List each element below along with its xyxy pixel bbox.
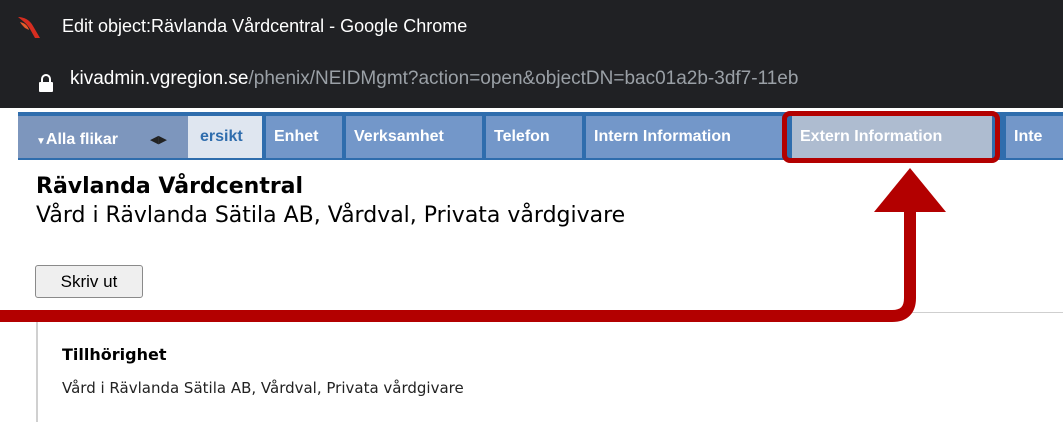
url-host: kivadmin.vgregion.se [70,68,249,89]
tab-intern-information[interactable]: Intern Information [586,116,782,158]
tab-enhet[interactable]: Enhet [266,116,342,158]
tab-oversikt[interactable]: ersikt [186,116,262,158]
lock-icon[interactable] [38,74,54,92]
tab-label: Intern Information [594,128,731,145]
tab-label: Enhet [274,128,319,145]
highlight-box [782,111,1000,163]
content-border [36,322,38,422]
section-heading: Tillhörighet [62,345,167,364]
caret-down-icon: ▼ [36,136,46,147]
tab-label: Telefon [494,128,550,145]
section-value: Vård i Rävlanda Sätila AB, Vårdval, Priv… [62,379,464,397]
tab-label: Inte [1014,128,1043,145]
tab-inte[interactable]: Inte [1006,116,1063,158]
tab-scroll-arrows[interactable]: ◀▶ [150,133,190,149]
page-title: Rävlanda Vårdcentral [36,174,304,199]
tab-verksamhet[interactable]: Verksamhet [346,116,482,158]
tab-label: ersikt [200,128,243,145]
tab-label: Verksamhet [354,128,444,145]
tab-telefon[interactable]: Telefon [486,116,582,158]
all-tabs-label: Alla flikar [45,131,118,148]
window-title: Edit object:Rävlanda Vårdcentral - Googl… [62,16,468,36]
bird-logo-icon [18,17,40,38]
divider [896,312,1063,313]
url-text[interactable]: kivadmin.vgregion.se/phenix/NEIDMgmt?act… [70,68,798,90]
url-path: /phenix/NEIDMgmt?action=open&objectDN=ba… [248,68,799,89]
page-subtitle: Vård i Rävlanda Sätila AB, Vårdval, Priv… [36,203,626,228]
arrow-right-icon[interactable]: ▶ [158,134,166,146]
print-button[interactable]: Skriv ut [35,265,143,298]
